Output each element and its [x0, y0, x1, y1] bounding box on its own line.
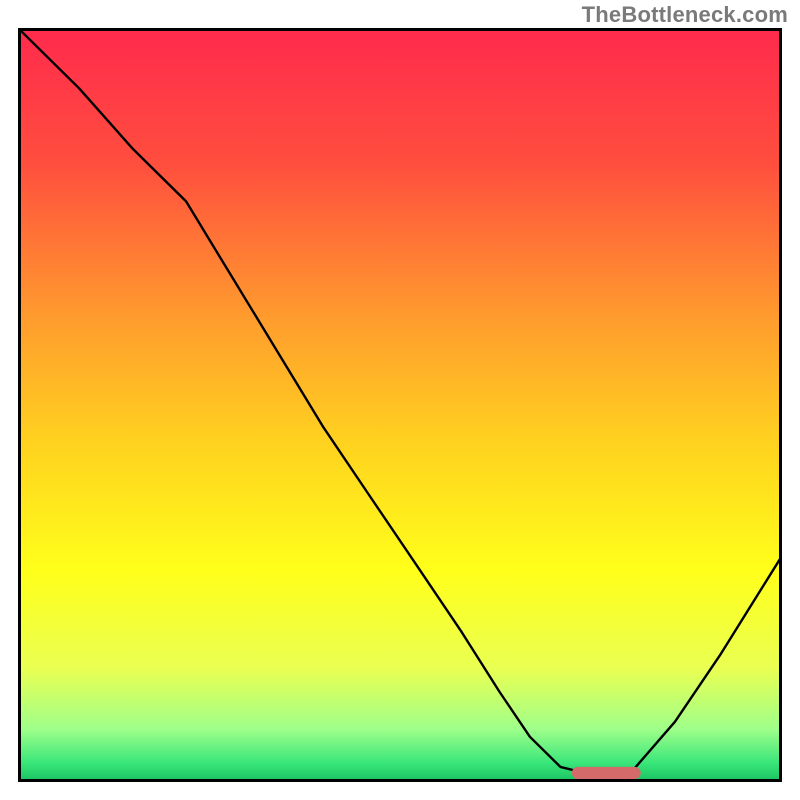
- gradient-background: [18, 28, 782, 782]
- chart-container: TheBottleneck.com: [0, 0, 800, 800]
- optimal-marker: [572, 767, 641, 779]
- watermark-text: TheBottleneck.com: [582, 2, 788, 28]
- chart-svg: [18, 28, 782, 782]
- plot-area: [18, 28, 782, 782]
